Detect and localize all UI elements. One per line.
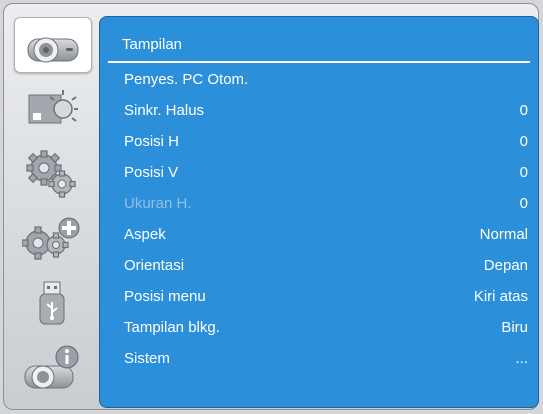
menu-item-label: Ukuran H. [124,194,192,212]
menu-item-value: 0 [519,194,528,212]
menu-item-value: 0 [519,163,528,181]
menu-item-value: Kiri atas [473,287,528,305]
projector-icon [27,37,79,63]
menu-item-h-position[interactable]: Posisi H 0 [124,131,528,151]
sidebar-item-picture[interactable] [14,82,90,136]
brightness-icon [28,90,78,124]
osd-menu-frame: Tampilan Penyes. PC Otom. Sinkr. Halus 0… [3,3,539,410]
menu-item-value: Biru [501,318,528,336]
category-sidebar [10,12,96,408]
projector-info-icon [24,345,79,389]
title-divider [108,61,530,63]
menu-item-label: Tampilan blkg. [124,318,220,336]
menu-item-value: Depan [483,256,528,274]
sidebar-item-information[interactable] [14,342,90,396]
menu-item-h-size: Ukuran H. 0 [124,193,528,213]
menu-item-auto-pc-adjust[interactable]: Penyes. PC Otom. [124,69,528,89]
menu-item-label: Sinkr. Halus [124,101,205,119]
menu-item-label: Posisi menu [124,287,206,305]
gears-icon [26,150,76,198]
menu-item-menu-position[interactable]: Posisi menu Kiri atas [124,286,528,306]
menu-item-system[interactable]: Sistem ... [124,348,528,368]
sidebar-item-display[interactable] [14,17,92,73]
sidebar-item-expanded[interactable] [14,212,90,266]
sidebar-item-setup[interactable] [14,147,90,201]
menu-item-aspect[interactable]: Aspek Normal [124,224,528,244]
menu-item-value: Normal [479,225,528,243]
menu-item-fine-sync[interactable]: Sinkr. Halus 0 [124,100,528,120]
menu-item-value: 0 [519,101,528,119]
menu-item-v-position[interactable]: Posisi V 0 [124,162,528,182]
page-title: Tampilan [122,36,183,53]
menu-item-label: Posisi H [124,132,180,150]
menu-item-value: 0 [519,132,528,150]
gears-plus-icon [22,217,80,260]
menu-item-label: Penyes. PC Otom. [124,70,249,88]
menu-item-label: Sistem [124,349,170,367]
menu-item-label: Orientasi [124,256,185,274]
sidebar-item-usb[interactable] [14,277,90,331]
menu-item-orientation[interactable]: Orientasi Depan [124,255,528,275]
menu-panel: Tampilan Penyes. PC Otom. Sinkr. Halus 0… [99,16,539,408]
menu-item-value: ... [515,349,528,367]
menu-item-label: Aspek [124,225,166,243]
usb-icon [39,281,65,325]
menu-item-background-display[interactable]: Tampilan blkg. Biru [124,317,528,337]
menu-item-label: Posisi V [124,163,179,181]
